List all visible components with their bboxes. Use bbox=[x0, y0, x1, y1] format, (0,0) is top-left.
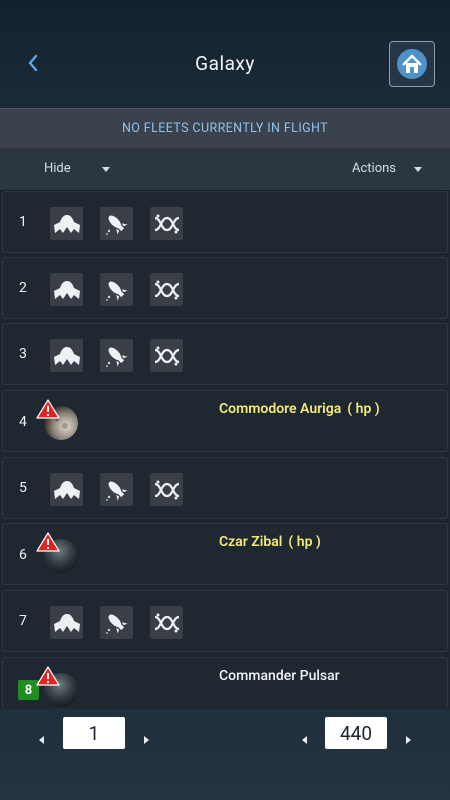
espionage-icon bbox=[105, 614, 128, 634]
recycle-button[interactable] bbox=[150, 207, 183, 240]
espionage-button[interactable] bbox=[100, 606, 133, 639]
recycle-button[interactable] bbox=[150, 339, 183, 372]
recycle-button[interactable] bbox=[150, 473, 183, 506]
slot-number: 7 bbox=[19, 613, 27, 629]
galaxy-slot-row[interactable]: 3 bbox=[2, 323, 448, 385]
filter-bar: Hide Actions bbox=[0, 148, 450, 191]
colonize-icon bbox=[53, 346, 80, 365]
galaxy-slot-row[interactable]: 4 Commodore Auriga ( hp ) bbox=[2, 390, 448, 452]
espionage-icon bbox=[105, 347, 128, 367]
galaxy-slot-row[interactable]: 2 bbox=[2, 257, 448, 319]
galaxy-next-icon[interactable] bbox=[139, 733, 153, 747]
page-title: Galaxy bbox=[195, 52, 255, 75]
system-next-icon[interactable] bbox=[401, 733, 415, 747]
espionage-button[interactable] bbox=[100, 339, 133, 372]
espionage-button[interactable] bbox=[100, 473, 133, 506]
player-name: Commodore Auriga bbox=[219, 401, 342, 417]
recycle-button[interactable] bbox=[150, 273, 183, 306]
player-link[interactable]: Czar Zibal ( hp ) bbox=[219, 534, 321, 550]
colonize-button[interactable] bbox=[50, 207, 83, 240]
slot-number: 4 bbox=[19, 414, 27, 430]
slot-number: 2 bbox=[19, 280, 27, 296]
system-input[interactable]: 440 bbox=[325, 717, 387, 749]
warning-icon bbox=[36, 666, 60, 686]
colonize-button[interactable] bbox=[50, 473, 83, 506]
hide-dropdown-label[interactable]: Hide bbox=[44, 161, 71, 176]
slot-number: 5 bbox=[19, 480, 27, 496]
galaxy-slot-row[interactable]: 7 bbox=[2, 590, 448, 652]
recycle-icon bbox=[154, 280, 179, 299]
espionage-icon bbox=[105, 481, 128, 501]
recycle-button[interactable] bbox=[150, 606, 183, 639]
galaxy-slot-row[interactable]: 5 bbox=[2, 457, 448, 519]
espionage-button[interactable] bbox=[100, 273, 133, 306]
hide-dropdown-caret-icon[interactable] bbox=[102, 167, 110, 172]
galaxy-input[interactable]: 1 bbox=[63, 717, 125, 749]
warning-icon bbox=[36, 532, 60, 552]
galaxy-slot-row[interactable]: 1 bbox=[2, 191, 448, 253]
colonize-button[interactable] bbox=[50, 606, 83, 639]
fleet-status-banner: NO FLEETS CURRENTLY IN FLIGHT bbox=[0, 108, 450, 148]
recycle-icon bbox=[154, 613, 179, 632]
slot-number: 3 bbox=[19, 346, 27, 362]
colonize-button[interactable] bbox=[50, 339, 83, 372]
actions-dropdown-label[interactable]: Actions bbox=[352, 161, 396, 176]
colonize-icon bbox=[53, 214, 80, 233]
slot-number: 1 bbox=[19, 214, 27, 230]
actions-dropdown-caret-icon[interactable] bbox=[414, 167, 422, 172]
warning-icon bbox=[36, 399, 60, 419]
galaxy-prev-icon[interactable] bbox=[35, 733, 49, 747]
galaxy-slot-row[interactable]: 6 Czar Zibal ( hp ) bbox=[2, 523, 448, 585]
pager-bar: 1 440 bbox=[0, 709, 450, 800]
player-link[interactable]: Commodore Auriga ( hp ) bbox=[219, 401, 380, 417]
home-button[interactable] bbox=[389, 41, 435, 87]
player-name: Commander Pulsar bbox=[219, 668, 340, 684]
header-bar: Galaxy bbox=[0, 0, 450, 108]
espionage-icon bbox=[105, 281, 128, 301]
espionage-icon bbox=[105, 215, 128, 235]
player-name: Czar Zibal bbox=[219, 534, 283, 550]
colonize-icon bbox=[53, 613, 80, 632]
slot-number: 6 bbox=[19, 547, 27, 563]
recycle-icon bbox=[154, 214, 179, 233]
recycle-icon bbox=[154, 346, 179, 365]
recycle-icon bbox=[154, 480, 179, 499]
player-status: ( hp ) bbox=[347, 401, 380, 417]
system-prev-icon[interactable] bbox=[298, 733, 312, 747]
galaxy-slot-row[interactable]: 8 Commander Pulsar bbox=[2, 657, 448, 709]
player-status: ( hp ) bbox=[288, 534, 321, 550]
player-link[interactable]: Commander Pulsar bbox=[219, 668, 340, 684]
colonize-button[interactable] bbox=[50, 273, 83, 306]
espionage-button[interactable] bbox=[100, 207, 133, 240]
colonize-icon bbox=[53, 480, 80, 499]
home-icon bbox=[397, 49, 427, 79]
colonize-icon bbox=[53, 280, 80, 299]
